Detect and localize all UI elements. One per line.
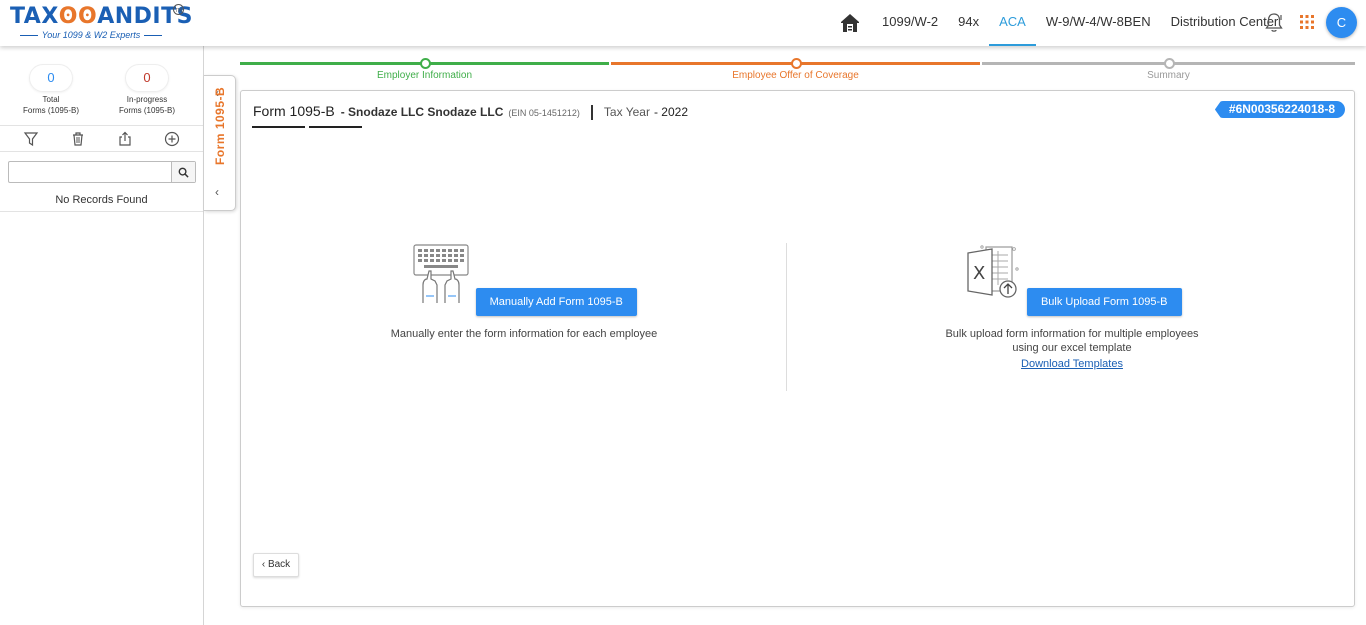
chevron-left-icon[interactable]: ‹ [215,185,219,199]
add-circle-icon[interactable] [164,131,180,147]
form-id-badge: #6N00356224018-8 [1214,101,1345,118]
step-dot [1163,58,1175,69]
main-nav: 1099/W-2 94x ACA W-9/W-4/W-8BEN Distribu… [838,0,1288,46]
form-header: Form 1095-B - Snodaze LLC Snodaze LLC (E… [253,103,688,121]
sidebar-toolbar [0,125,203,152]
user-avatar[interactable]: C [1326,7,1357,38]
bell-icon[interactable] [1264,12,1284,34]
empty-records-message: No Records Found [0,190,203,212]
total-forms-stat[interactable]: 0 Total Forms (1095-B) [21,64,81,116]
inprogress-forms-count: 0 [125,64,169,92]
logo-tagline: Your 1099 & W2 Experts [10,30,172,40]
search-icon [178,167,189,178]
progress-stepper: Employer Information Employee Offer of C… [240,56,1355,84]
forms-sidebar: 0 Total Forms (1095-B) 0 In-progress Forms… [0,46,204,625]
options-divider [786,243,787,391]
download-templates-link[interactable]: Download Templates [882,358,1262,370]
logo-wordmark: TAXʘʘANDITS [10,4,193,29]
nav-94x[interactable]: 94x [948,0,989,46]
company-ein: (EIN 05-1451212) [508,108,580,118]
manually-add-form-button[interactable]: Manually Add Form 1095-B [475,288,637,316]
bulk-upload-description: Bulk upload form information for multipl… [945,328,1199,354]
total-forms-label: Total Forms (1095-B) [22,95,79,115]
step-dot [419,58,431,69]
manual-add-option: Manually Add Form 1095-B Manually enter … [334,241,714,341]
trash-icon[interactable] [70,131,86,147]
sidebar-collapse-tab[interactable]: ‹ Form 1095-B ‹ [204,75,236,211]
step-employee-offer-of-coverage[interactable]: Employee Offer of Coverage [611,56,980,84]
form-entry-card: Form 1095-B - Snodaze LLC Snodaze LLC (E… [240,90,1355,607]
back-button-label: Back [267,559,291,570]
search-button[interactable] [171,162,195,182]
total-forms-count: 0 [29,64,73,92]
company-name: - Snodaze LLC Snodaze LLC [340,105,504,119]
manual-add-description: Manually enter the form information for … [390,328,658,340]
tax-year-value: - 2022 [653,105,688,119]
step-summary[interactable]: Summary [982,56,1355,84]
top-header: TAXʘʘANDITS TM Your 1099 & W2 Experts 10… [0,0,1366,46]
nav-w9-w4-w8ben[interactable]: W-9/W-4/W-8BEN [1036,0,1161,46]
home-icon[interactable] [838,11,862,35]
filter-icon[interactable] [23,131,39,147]
nav-aca[interactable]: ACA [989,0,1036,46]
tax-year-label: Tax Year [603,105,650,119]
inprogress-forms-stat[interactable]: 0 In-progress Forms (1095-B) [117,64,177,116]
header-separator [590,104,593,120]
inprogress-forms-label: In-progress Forms (1095-B) [118,95,175,115]
share-export-icon[interactable] [117,131,133,147]
step-dot [790,58,802,69]
title-underline [309,126,362,128]
taxbandits-logo[interactable]: TAXʘʘANDITS TM Your 1099 & W2 Experts [10,4,193,42]
step-label: Employee Offer of Coverage [732,70,859,81]
owl-icon: ʘʘ [58,4,98,29]
svg-text:X: X [973,263,985,284]
nav-1099-w2[interactable]: 1099/W-2 [872,0,948,46]
title-underline [252,126,305,128]
keyboard-typing-icon [413,244,469,303]
apps-grid-icon[interactable] [1300,15,1314,29]
bulk-upload-option: X Bulk Upload Form 1095-B Bulk upload fo… [882,241,1262,370]
step-employer-information[interactable]: Employer Information [240,56,609,84]
step-label: Employer Information [376,70,473,81]
sidebar-search-input[interactable] [8,161,196,183]
excel-upload-icon: X [967,245,1020,298]
form-title: Form 1095-B [253,103,335,119]
bulk-upload-form-button[interactable]: Bulk Upload Form 1095-B [1026,288,1182,316]
trademark-mark: TM [173,4,184,15]
sidebar-tab-label: Form 1095-B [213,86,227,165]
back-button[interactable]: ‹ Back [253,553,299,577]
step-label: Summary [1147,70,1190,81]
logo-text-left: TAX [10,4,59,29]
